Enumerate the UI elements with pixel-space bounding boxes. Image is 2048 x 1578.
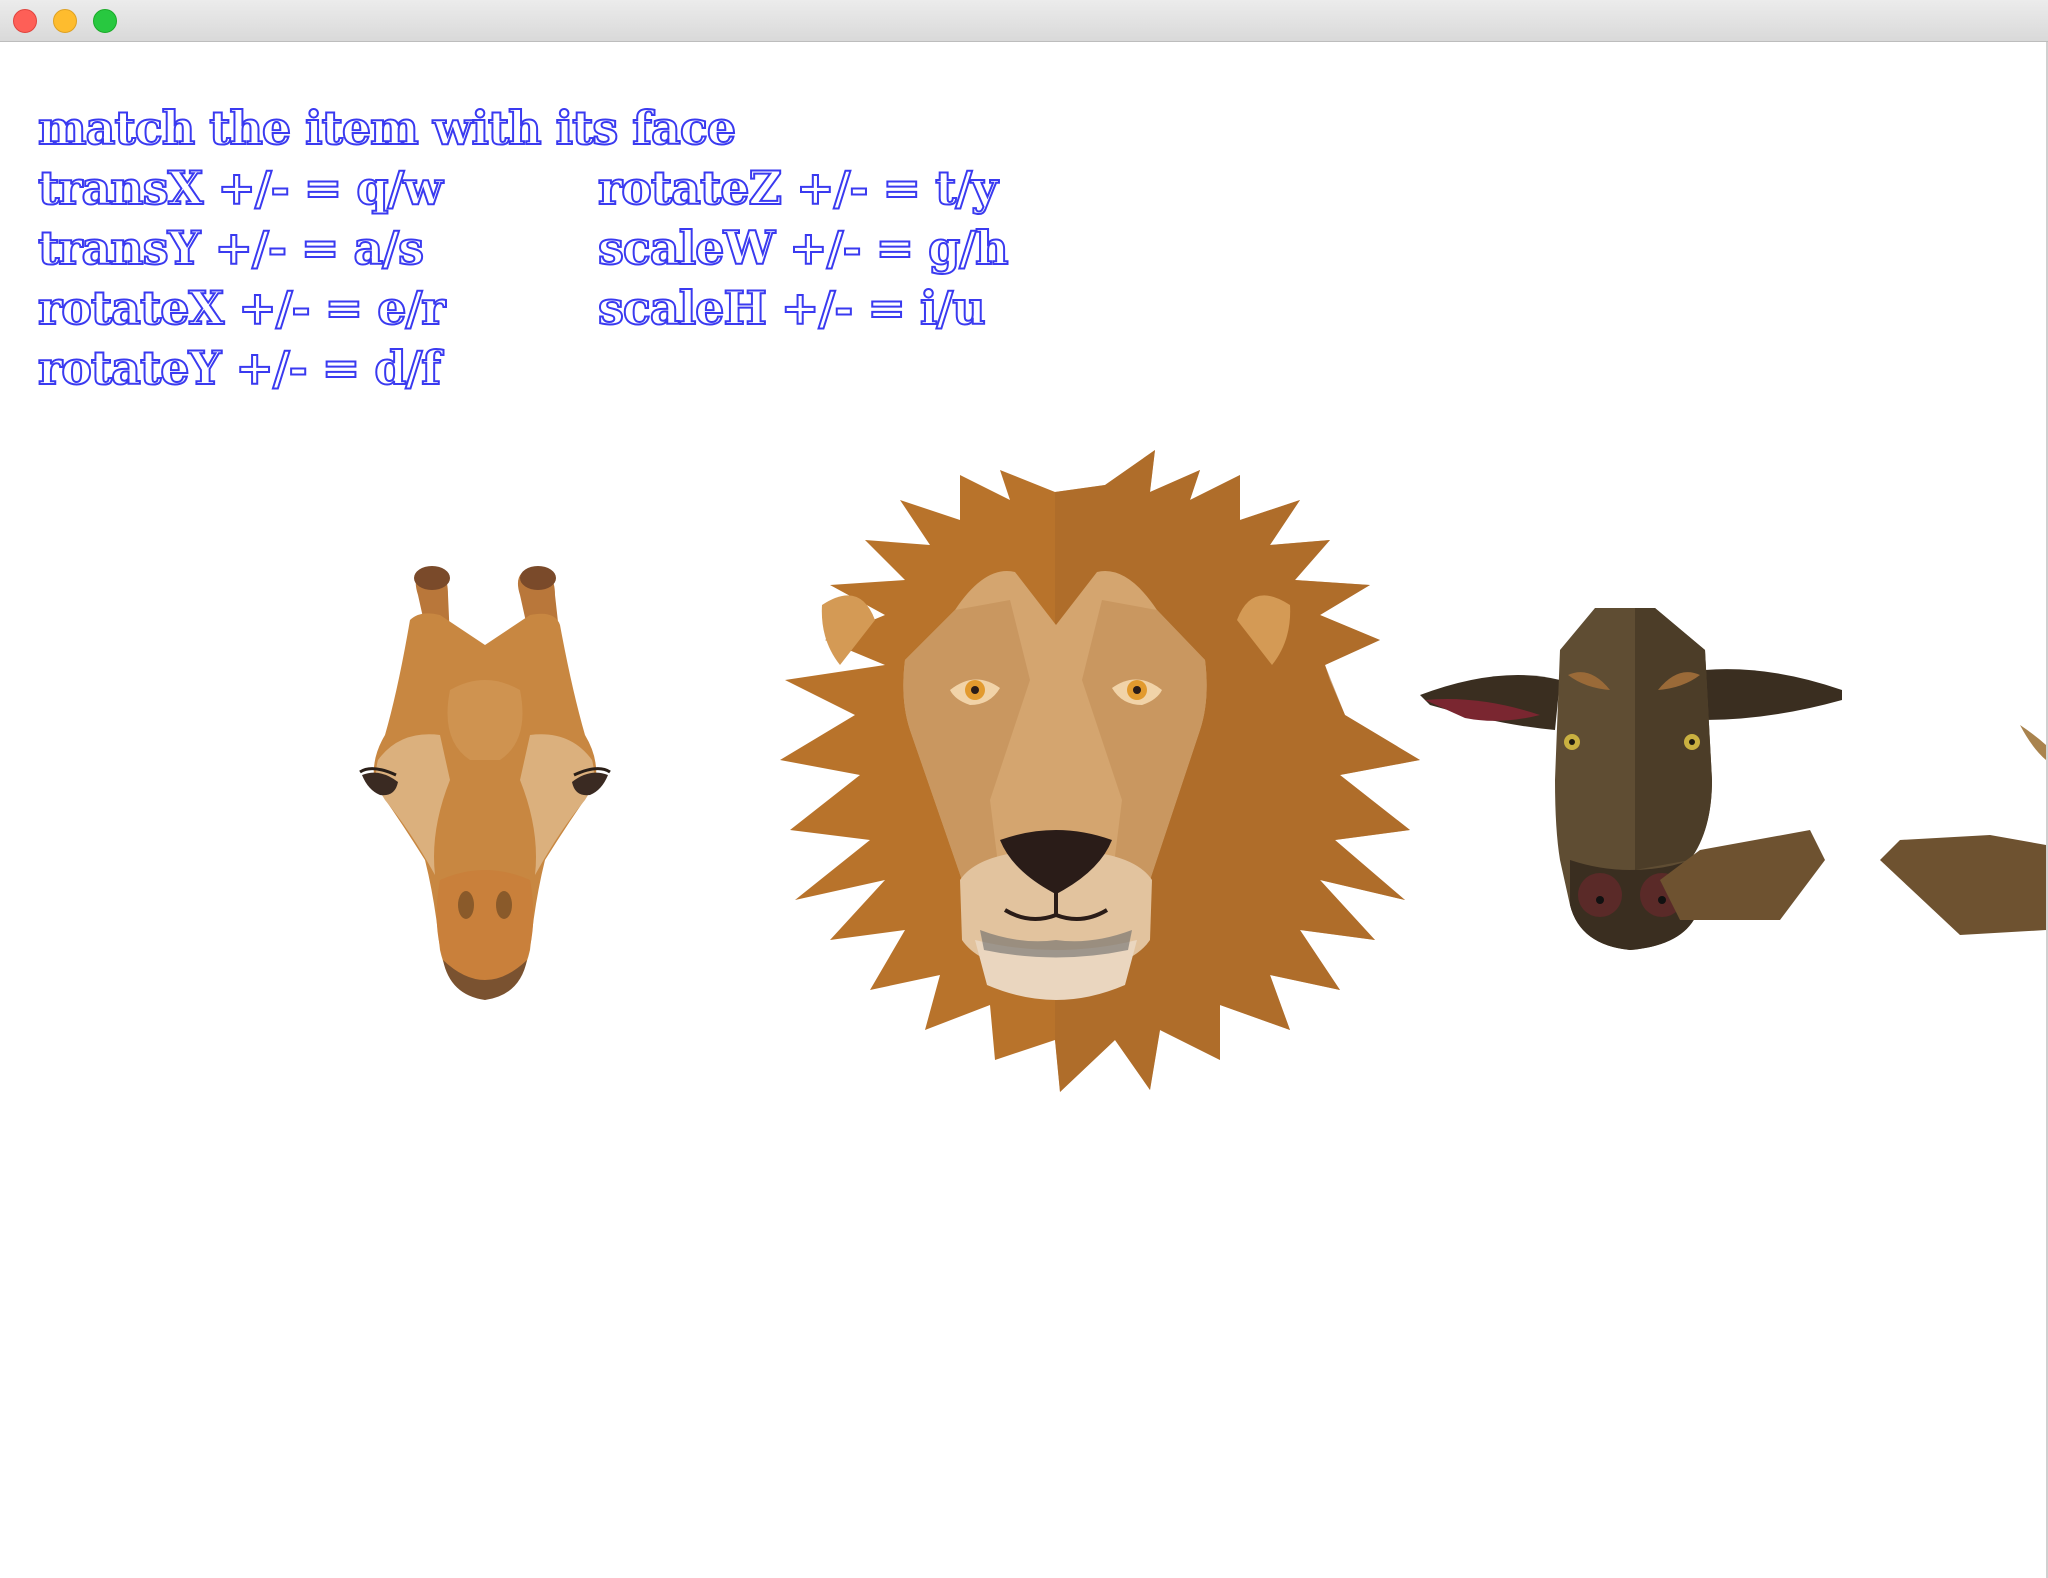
game-canvas[interactable]: match the item with its face transX +/- … bbox=[0, 42, 2046, 1578]
minimize-window-button[interactable] bbox=[53, 9, 77, 33]
title-bar[interactable] bbox=[0, 0, 2048, 42]
close-window-button[interactable] bbox=[13, 9, 37, 33]
faces-scene bbox=[359, 450, 2046, 1092]
partial-face-icon[interactable] bbox=[2020, 725, 2046, 760]
zoom-window-button[interactable] bbox=[93, 9, 117, 33]
giraffe-face-icon[interactable] bbox=[359, 566, 611, 1000]
goat-face-icon[interactable] bbox=[1420, 608, 2046, 950]
lion-face-icon[interactable] bbox=[780, 450, 1420, 1092]
app-window: match the item with its face transX +/- … bbox=[0, 0, 2048, 1578]
